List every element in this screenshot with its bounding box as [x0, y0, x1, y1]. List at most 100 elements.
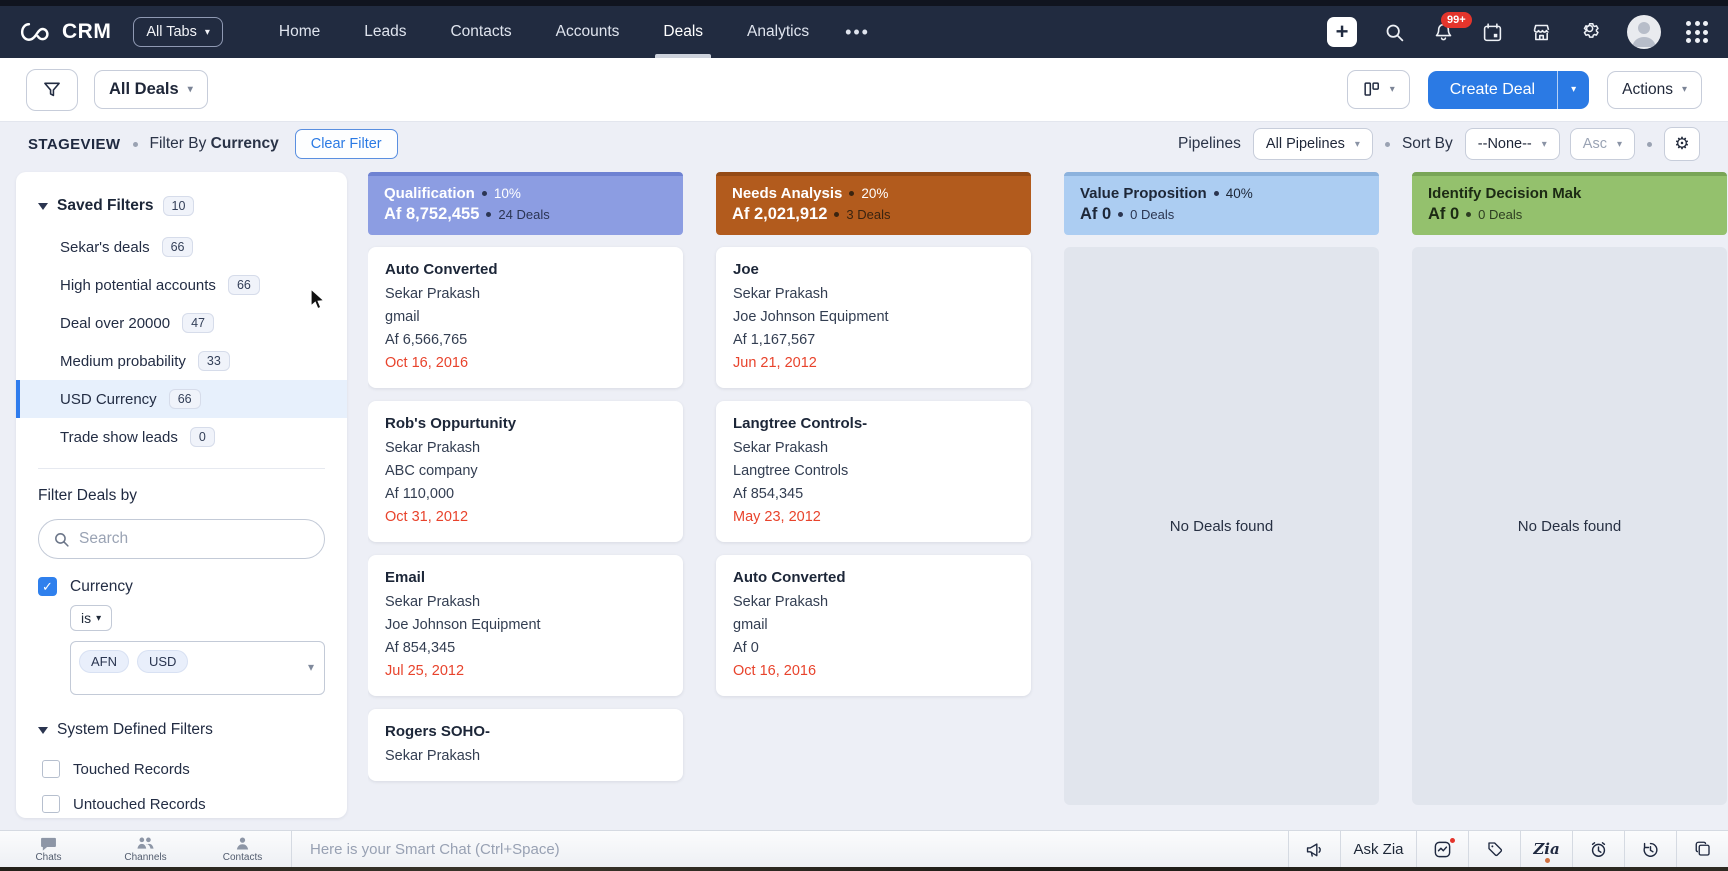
untouched-records-row[interactable]: Untouched Records — [42, 795, 325, 813]
chat-bubble-icon — [40, 836, 57, 851]
chevron-down-icon: ▾ — [1542, 139, 1547, 150]
system-defined-filters-header[interactable]: System Defined Filters — [16, 695, 347, 743]
saved-filters-header[interactable]: Saved Filters 10 — [16, 188, 347, 228]
settings-gear-icon[interactable] — [1578, 20, 1602, 44]
saved-filter-item[interactable]: USD Currency66 — [16, 380, 347, 418]
board-view-toggle[interactable]: ▾ — [1347, 70, 1410, 109]
saved-filter-item[interactable]: Sekar's deals66 — [16, 228, 347, 266]
divider — [38, 468, 325, 469]
deal-closing-date: Oct 16, 2016 — [385, 352, 666, 375]
deal-card[interactable]: Langtree Controls-Sekar PrakashLangtree … — [716, 401, 1031, 542]
kanban-column: Needs Analysis20%Af 2,021,9123 Deals JoeS… — [716, 172, 1031, 818]
deal-card[interactable]: EmailSekar PrakashJoe Johnson EquipmentA… — [368, 555, 683, 696]
saved-filter-item[interactable]: Medium probability33 — [16, 342, 347, 380]
deal-company: Joe Johnson Equipment — [733, 306, 1014, 329]
nav-item-home[interactable]: Home — [257, 6, 342, 58]
search-icon[interactable] — [1382, 20, 1406, 44]
currency-chip[interactable]: AFN — [79, 650, 129, 673]
deal-card[interactable]: JoeSekar PrakashJoe Johnson EquipmentAf … — [716, 247, 1031, 388]
contacts-tab[interactable]: Contacts — [194, 831, 291, 867]
notification-dot — [1450, 838, 1455, 843]
channels-tab[interactable]: Channels — [97, 831, 194, 867]
deal-name: Rogers SOHO- — [385, 723, 666, 740]
copy-stack-button[interactable] — [1676, 831, 1728, 867]
pipelines-selector[interactable]: All Pipelines ▾ — [1253, 128, 1373, 160]
marketplace-store-icon[interactable] — [1529, 20, 1553, 44]
nav-item-contacts[interactable]: Contacts — [428, 6, 533, 58]
column-deal-count: 24 Deals — [498, 207, 549, 222]
filter-search-box[interactable] — [38, 519, 325, 559]
clear-filter-button[interactable]: Clear Filter — [295, 129, 398, 159]
zia-button[interactable]: Zia — [1520, 831, 1572, 867]
apps-grid-icon[interactable] — [1686, 21, 1708, 43]
smart-chat-input[interactable]: Here is your Smart Chat (Ctrl+Space) — [292, 831, 1288, 867]
nav-right-icons: + 99+ — [1327, 15, 1708, 49]
nav-more-button[interactable]: ••• — [831, 22, 884, 43]
operator-selector[interactable]: is ▾ — [70, 605, 112, 631]
deal-card[interactable]: Rob's OppurtunitySekar PrakashABC compan… — [368, 401, 683, 542]
saved-filter-item[interactable]: High potential accounts66 — [16, 266, 347, 304]
recent-history-button[interactable] — [1624, 831, 1676, 867]
filter-search-input[interactable] — [79, 530, 279, 548]
megaphone-icon — [1305, 841, 1324, 858]
column-header[interactable]: Needs Analysis20%Af 2,021,9123 Deals — [716, 172, 1031, 235]
currency-filter-label: Currency — [70, 578, 133, 596]
announcements-button[interactable] — [1288, 831, 1340, 867]
checkbox-unchecked-icon[interactable] — [42, 760, 60, 778]
smart-chat-bar: Chats Channels Contacts Here is your Sma… — [0, 830, 1728, 867]
brand: CRM — [20, 20, 111, 44]
saved-filter-item[interactable]: Deal over 2000047 — [16, 304, 347, 342]
column-header[interactable]: Identify Decision MakAf 00 Deals — [1412, 172, 1727, 235]
column-deal-count: 3 Deals — [846, 207, 890, 222]
chats-tab[interactable]: Chats — [0, 831, 97, 867]
all-tabs-selector[interactable]: All Tabs ▾ — [133, 17, 223, 47]
column-deal-count: 0 Deals — [1478, 207, 1522, 222]
stage-settings-button[interactable]: ⚙ — [1664, 127, 1700, 161]
pipelines-label: Pipelines — [1178, 135, 1241, 153]
column-percent: 20% — [861, 186, 888, 201]
currency-chip[interactable]: USD — [137, 650, 188, 673]
currency-multiselect[interactable]: AFN USD ▾ — [70, 641, 325, 695]
deal-card[interactable]: Rogers SOHO-Sekar Prakash — [368, 709, 683, 781]
channels-tab-label: Channels — [124, 852, 166, 863]
reminders-button[interactable] — [1572, 831, 1624, 867]
user-avatar[interactable] — [1627, 15, 1661, 49]
insights-button[interactable] — [1416, 831, 1468, 867]
filter-funnel-button[interactable] — [26, 69, 78, 111]
nav-item-leads[interactable]: Leads — [342, 6, 428, 58]
deal-card[interactable]: Auto ConvertedSekar PrakashgmailAf 6,566… — [368, 247, 683, 388]
tags-button[interactable] — [1468, 831, 1520, 867]
quick-add-button[interactable]: + — [1327, 17, 1357, 47]
checkbox-checked-icon[interactable]: ✓ — [38, 577, 57, 596]
create-deal-dropdown[interactable]: ▾ — [1557, 71, 1589, 109]
sort-field-selector[interactable]: --None-- ▾ — [1465, 128, 1560, 160]
checkbox-unchecked-icon[interactable] — [42, 795, 60, 813]
collapse-triangle-icon — [38, 727, 48, 734]
column-header[interactable]: Qualification10%Af 8,752,45524 Deals — [368, 172, 683, 235]
nav-item-analytics[interactable]: Analytics — [725, 6, 831, 58]
notifications-bell-icon[interactable]: 99+ — [1431, 20, 1455, 44]
currency-filter-row[interactable]: ✓ Currency — [38, 577, 325, 596]
nav-item-accounts[interactable]: Accounts — [534, 6, 642, 58]
chevron-down-icon: ▾ — [1571, 84, 1576, 95]
top-navigation-bar: CRM All Tabs ▾ HomeLeadsContactsAccounts… — [0, 6, 1728, 58]
saved-filter-item[interactable]: Trade show leads0 — [16, 418, 347, 456]
sort-direction-selector[interactable]: Asc ▾ — [1570, 128, 1635, 160]
deal-company: Langtree Controls — [733, 460, 1014, 483]
calendar-icon[interactable] — [1480, 20, 1504, 44]
deal-company: ABC company — [385, 460, 666, 483]
deal-card[interactable]: Auto ConvertedSekar PrakashgmailAf 0Oct … — [716, 555, 1031, 696]
nav-item-deals[interactable]: Deals — [641, 6, 725, 58]
column-percent: 40% — [1226, 186, 1253, 201]
column-header[interactable]: Value Proposition40%Af 00 Deals — [1064, 172, 1379, 235]
filter-by-label: Filter By Currency — [150, 135, 279, 153]
ask-zia-button[interactable]: Ask Zia — [1340, 831, 1416, 867]
create-deal-button[interactable]: Create Deal — [1428, 71, 1557, 109]
desktop-background-strip — [0, 867, 1728, 871]
deal-closing-date: Jun 21, 2012 — [733, 352, 1014, 375]
saved-filter-label: Trade show leads — [60, 429, 178, 446]
filter-deals-by-title: Filter Deals by — [16, 481, 347, 519]
module-view-selector[interactable]: All Deals ▾ — [94, 70, 208, 109]
touched-records-row[interactable]: Touched Records — [42, 760, 325, 778]
actions-button[interactable]: Actions ▾ — [1607, 71, 1702, 109]
